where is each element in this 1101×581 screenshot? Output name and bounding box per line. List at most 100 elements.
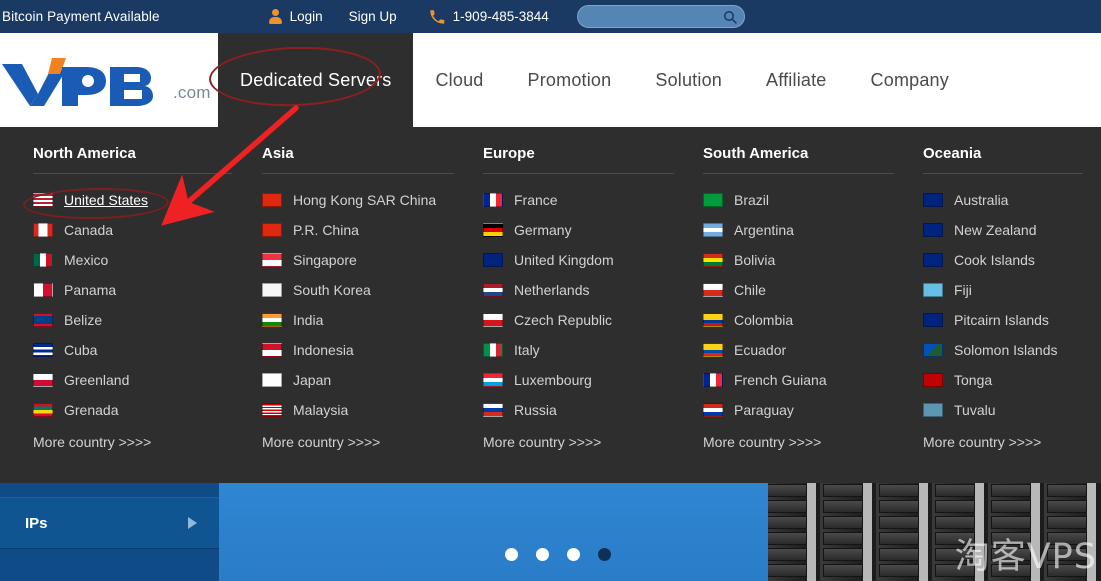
country-item[interactable]: Brazil	[703, 185, 912, 215]
country-item[interactable]: P.R. China	[262, 215, 472, 245]
country-item[interactable]: Russia	[483, 395, 692, 425]
server-bay	[768, 532, 807, 545]
country-item[interactable]: Cook Islands	[923, 245, 1101, 275]
country-item[interactable]: Belize	[33, 305, 250, 335]
flag-icon-co	[703, 313, 723, 327]
flag-icon-hk	[262, 193, 282, 207]
country-item[interactable]: Bolivia	[703, 245, 912, 275]
server-bay	[1047, 516, 1087, 529]
carousel-dot-4[interactable]	[598, 548, 611, 561]
country-label: Japan	[293, 372, 331, 388]
more-country-link[interactable]: More country >>>>	[33, 434, 250, 450]
country-item[interactable]: United Kingdom	[483, 245, 692, 275]
flag-icon-gl	[33, 373, 53, 387]
country-item[interactable]: Grenada	[33, 395, 250, 425]
country-item[interactable]: Ecuador	[703, 335, 912, 365]
country-item[interactable]: Greenland	[33, 365, 250, 395]
carousel-dots[interactable]	[505, 548, 611, 561]
flag-icon-py	[703, 403, 723, 417]
search-box[interactable]	[577, 5, 745, 28]
nav-item-cloud[interactable]: Cloud	[413, 33, 505, 127]
country-label: Malaysia	[293, 402, 348, 418]
country-item[interactable]: Mexico	[33, 245, 250, 275]
country-item[interactable]: Indonesia	[262, 335, 472, 365]
flag-icon-gf	[703, 373, 723, 387]
search-icon[interactable]	[722, 9, 738, 25]
country-item[interactable]: Tonga	[923, 365, 1101, 395]
country-item[interactable]: Solomon Islands	[923, 335, 1101, 365]
login-link[interactable]: Login	[268, 9, 323, 24]
country-item[interactable]: India	[262, 305, 472, 335]
flag-icon-sb	[923, 343, 943, 357]
flag-icon-in	[262, 313, 282, 327]
country-item[interactable]: Germany	[483, 215, 692, 245]
country-label: Bolivia	[734, 252, 775, 268]
server-bay	[879, 516, 919, 529]
country-item[interactable]: Argentina	[703, 215, 912, 245]
country-item[interactable]: Fiji	[923, 275, 1101, 305]
flag-icon-pa	[33, 283, 53, 297]
flag-icon-cz	[483, 313, 503, 327]
server-bay	[991, 516, 1031, 529]
brand-logo[interactable]: .com	[0, 50, 218, 110]
carousel-dot-2[interactable]	[536, 548, 549, 561]
country-item[interactable]: Pitcairn Islands	[923, 305, 1101, 335]
server-bay	[823, 500, 863, 513]
country-item[interactable]: Czech Republic	[483, 305, 692, 335]
country-item[interactable]: United States	[33, 185, 250, 215]
nav-items: Dedicated ServersCloudPromotionSolutionA…	[218, 33, 971, 127]
server-bay	[879, 532, 919, 545]
country-item[interactable]: New Zealand	[923, 215, 1101, 245]
more-country-link[interactable]: More country >>>>	[923, 434, 1101, 450]
carousel-dot-3[interactable]	[567, 548, 580, 561]
country-item[interactable]: Tuvalu	[923, 395, 1101, 425]
country-item[interactable]: Hong Kong SAR China	[262, 185, 472, 215]
country-item[interactable]: South Korea	[262, 275, 472, 305]
nav-item-company[interactable]: Company	[849, 33, 971, 127]
nav-item-promotion[interactable]: Promotion	[506, 33, 634, 127]
more-country-link[interactable]: More country >>>>	[483, 434, 692, 450]
country-item[interactable]: Chile	[703, 275, 912, 305]
nav-item-solution[interactable]: Solution	[633, 33, 744, 127]
nav-item-label: Company	[871, 70, 949, 91]
signup-label: Sign Up	[349, 9, 397, 24]
country-label: Netherlands	[514, 282, 590, 298]
sidebar-item-ips[interactable]: IPs	[0, 497, 219, 549]
country-item[interactable]: Australia	[923, 185, 1101, 215]
country-item[interactable]: French Guiana	[703, 365, 912, 395]
country-item[interactable]: Singapore	[262, 245, 472, 275]
country-item[interactable]: Malaysia	[262, 395, 472, 425]
country-item[interactable]: Luxembourg	[483, 365, 692, 395]
server-bay	[991, 564, 1031, 577]
country-list: BrazilArgentina Bolivia ChileColombiaEcuad…	[703, 185, 912, 425]
signup-link[interactable]: Sign Up	[349, 9, 397, 24]
server-bay	[879, 484, 919, 497]
country-item[interactable]: Paraguay	[703, 395, 912, 425]
server-bay	[879, 548, 919, 561]
search-input[interactable]	[588, 10, 722, 24]
more-country-link[interactable]: More country >>>>	[262, 434, 472, 450]
country-label: Grenada	[64, 402, 118, 418]
server-bay	[879, 564, 919, 577]
country-item[interactable]: France	[483, 185, 692, 215]
country-item[interactable]: Japan	[262, 365, 472, 395]
country-item[interactable]: Colombia	[703, 305, 912, 335]
nav-item-affiliate[interactable]: Affiliate	[744, 33, 849, 127]
more-country-link[interactable]: More country >>>>	[703, 434, 912, 450]
flag-icon-ca	[33, 223, 53, 237]
flag-icon-kr	[262, 283, 282, 297]
country-item[interactable]: Cuba	[33, 335, 250, 365]
flag-icon-fr	[483, 193, 503, 207]
country-item[interactable]: Canada	[33, 215, 250, 245]
top-utility-bar: Bitcoin Payment Available Login Sign Up …	[0, 0, 1101, 33]
country-label: Indonesia	[293, 342, 354, 358]
carousel-dot-1[interactable]	[505, 548, 518, 561]
country-item[interactable]: Netherlands	[483, 275, 692, 305]
country-item[interactable]: Italy	[483, 335, 692, 365]
country-item[interactable]: Panama	[33, 275, 250, 305]
flag-icon-cu	[33, 343, 53, 357]
server-bay	[935, 548, 975, 561]
flag-icon-it	[483, 343, 503, 357]
country-label: Cook Islands	[954, 252, 1035, 268]
nav-item-dedicated-servers[interactable]: Dedicated Servers	[218, 33, 413, 127]
